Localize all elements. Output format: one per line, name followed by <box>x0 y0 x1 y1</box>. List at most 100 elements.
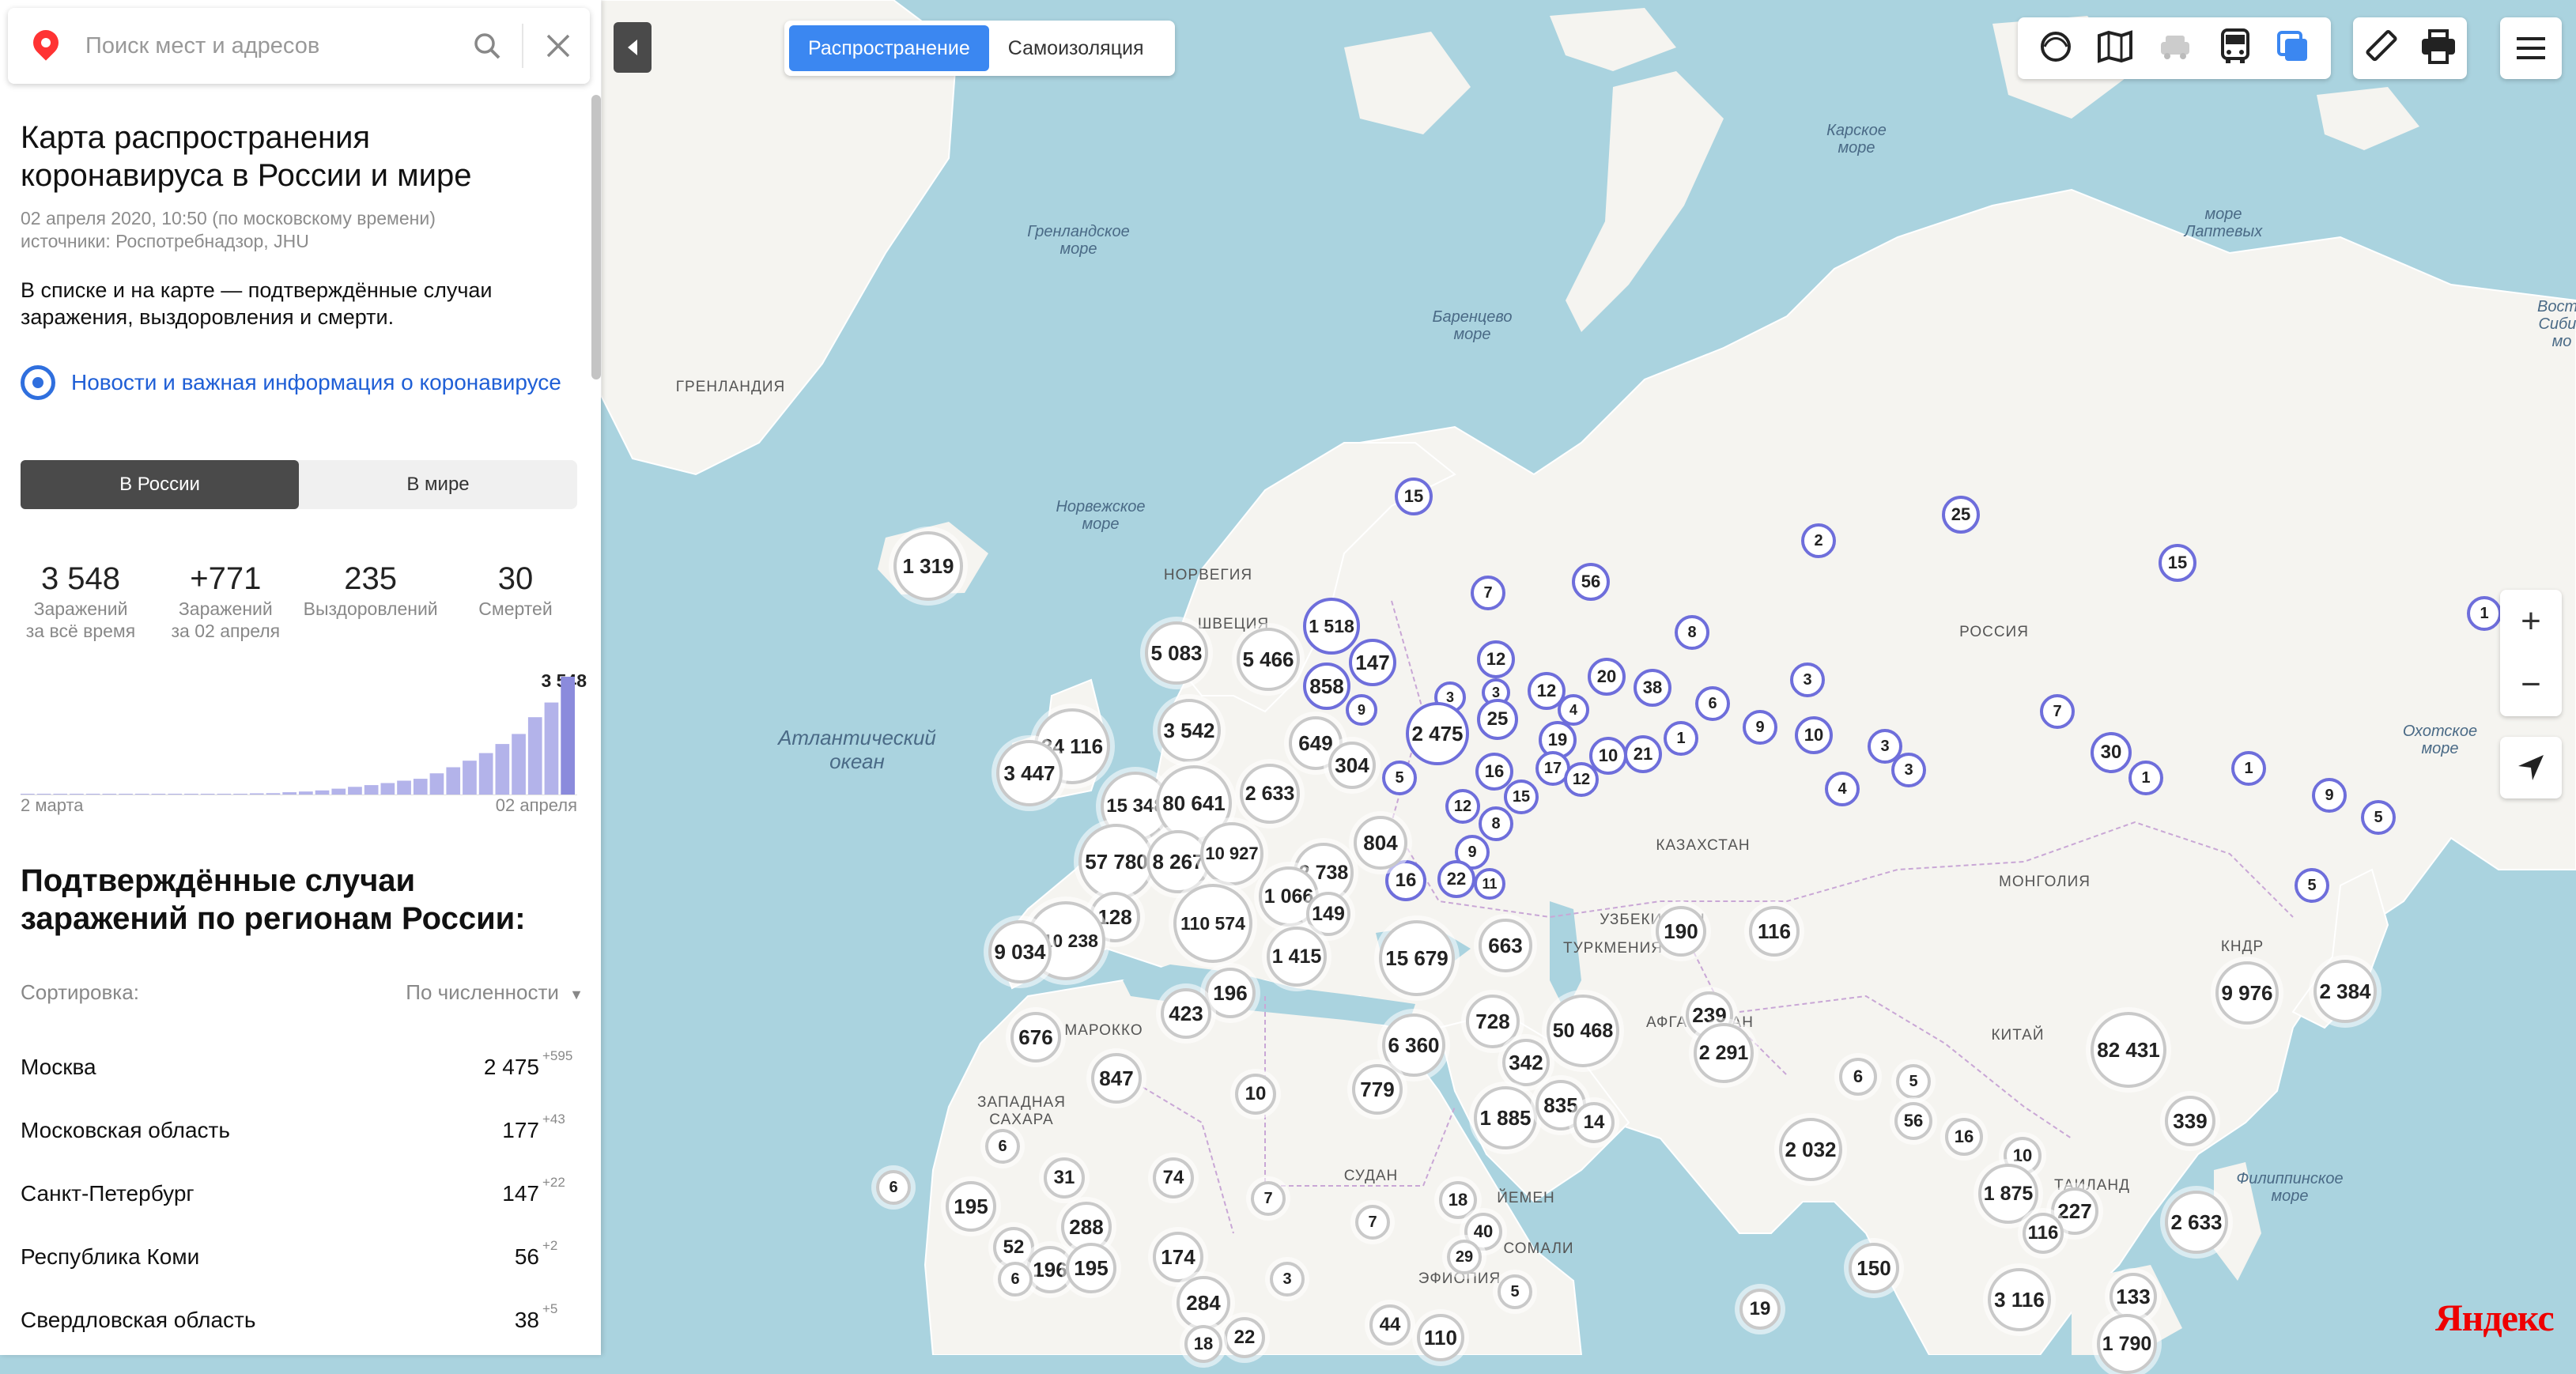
case-cluster-marker[interactable]: 190 <box>1656 906 1706 957</box>
panel-scrollbar[interactable] <box>591 95 601 379</box>
case-cluster-marker[interactable]: 5 <box>2361 800 2396 835</box>
sort-dropdown[interactable]: По численности ▼ <box>406 980 584 1005</box>
search-icon[interactable] <box>463 22 511 70</box>
case-cluster-marker[interactable]: 133 <box>2110 1273 2157 1320</box>
case-cluster-marker[interactable]: 8 267 <box>1146 830 1210 893</box>
case-cluster-marker[interactable]: 9 976 <box>2215 961 2279 1025</box>
region-row[interactable]: Московская область 177 +43 <box>21 1099 579 1162</box>
map-layers-icon[interactable] <box>2096 29 2134 68</box>
case-cluster-marker[interactable]: 195 <box>1066 1243 1116 1293</box>
case-cluster-marker[interactable]: 1 518 <box>1303 598 1360 655</box>
case-cluster-marker[interactable]: 57 780 <box>1078 824 1154 900</box>
case-cluster-marker[interactable]: 56 <box>1894 1102 1932 1140</box>
case-cluster-marker[interactable]: 2 384 <box>2313 960 2377 1023</box>
case-cluster-marker[interactable]: 804 <box>1354 816 1407 870</box>
case-cluster-marker[interactable]: 9 <box>1743 710 1777 745</box>
case-cluster-marker[interactable]: 858 <box>1303 662 1350 710</box>
case-cluster-marker[interactable]: 2 475 <box>1406 702 1469 765</box>
close-icon[interactable] <box>534 22 582 70</box>
region-row[interactable]: Республика Коми 56 +2 <box>21 1225 579 1289</box>
case-cluster-marker[interactable]: 6 <box>1695 686 1730 721</box>
case-cluster-marker[interactable]: 15 <box>1504 779 1539 814</box>
case-cluster-marker[interactable]: 2 291 <box>1694 1023 1754 1083</box>
case-cluster-marker[interactable]: 8 <box>1675 615 1709 650</box>
case-cluster-marker[interactable]: 110 574 <box>1173 884 1252 963</box>
case-cluster-marker[interactable]: 3 <box>1891 753 1926 787</box>
print-icon[interactable] <box>2420 28 2457 68</box>
transit-icon[interactable] <box>2218 28 2253 69</box>
case-cluster-marker[interactable]: 19 <box>1739 1289 1781 1330</box>
case-cluster-marker[interactable]: 6 <box>1839 1058 1877 1096</box>
case-cluster-marker[interactable]: 18 <box>1184 1325 1222 1363</box>
case-cluster-marker[interactable]: 149 <box>1306 892 1350 936</box>
case-cluster-marker[interactable]: 30 <box>2091 732 2132 773</box>
case-cluster-marker[interactable]: 195 <box>946 1181 996 1232</box>
case-cluster-marker[interactable]: 2 032 <box>1779 1118 1842 1181</box>
region-row[interactable]: Москва 2 475 +595 <box>21 1036 579 1099</box>
collapse-panel-button[interactable] <box>614 22 652 73</box>
case-cluster-marker[interactable]: 5 <box>1896 1064 1931 1099</box>
case-cluster-marker[interactable]: 29 <box>1447 1240 1482 1274</box>
case-cluster-marker[interactable]: 676 <box>1010 1012 1061 1063</box>
case-cluster-marker[interactable]: 2 633 <box>2165 1191 2228 1254</box>
case-cluster-marker[interactable]: 5 <box>1498 1274 1532 1309</box>
traffic-icon[interactable] <box>2156 31 2196 66</box>
region-row[interactable]: Санкт-Петербург 147 +22 <box>21 1162 579 1225</box>
ruler-icon[interactable] <box>2364 29 2399 68</box>
case-cluster-marker[interactable]: 339 <box>2165 1096 2215 1146</box>
case-cluster-marker[interactable]: 12 <box>1477 640 1515 678</box>
case-cluster-marker[interactable]: 1 <box>2231 751 2266 786</box>
case-cluster-marker[interactable]: 663 <box>1479 919 1532 972</box>
case-cluster-marker[interactable]: 20 <box>1588 658 1626 696</box>
case-cluster-marker[interactable]: 174 <box>1153 1232 1203 1282</box>
news-link-row[interactable]: Новости и важная информация о коронавиру… <box>21 365 561 400</box>
case-cluster-marker[interactable]: 1 319 <box>893 531 963 601</box>
case-cluster-marker[interactable]: 150 <box>1849 1243 1899 1293</box>
case-cluster-marker[interactable]: 31 <box>1044 1157 1085 1198</box>
case-cluster-marker[interactable]: 1 885 <box>1474 1086 1537 1149</box>
case-cluster-marker[interactable]: 342 <box>1502 1039 1550 1086</box>
case-cluster-marker[interactable]: 25 <box>1477 699 1518 740</box>
case-cluster-marker[interactable]: 14 <box>1573 1102 1615 1143</box>
case-cluster-marker[interactable]: 5 <box>1382 761 1417 795</box>
case-cluster-marker[interactable]: 3 116 <box>1988 1268 2051 1331</box>
case-cluster-marker[interactable]: 15 <box>1395 478 1433 515</box>
case-cluster-marker[interactable]: 56 <box>1572 563 1610 601</box>
case-cluster-marker[interactable]: 116 <box>1749 906 1800 957</box>
case-cluster-marker[interactable]: 11 <box>1474 868 1505 900</box>
case-cluster-marker[interactable]: 779 <box>1352 1064 1403 1115</box>
case-cluster-marker[interactable]: 22 <box>1437 860 1475 898</box>
case-cluster-marker[interactable]: 1 790 <box>2097 1314 2157 1374</box>
case-cluster-marker[interactable]: 3 <box>1270 1262 1305 1297</box>
case-cluster-marker[interactable]: 18 <box>1439 1181 1477 1219</box>
case-cluster-marker[interactable]: 7 <box>1251 1181 1286 1216</box>
case-cluster-marker[interactable]: 50 468 <box>1547 995 1619 1067</box>
case-cluster-marker[interactable]: 728 <box>1466 995 1520 1048</box>
zoom-in-button[interactable]: + <box>2500 590 2562 653</box>
case-cluster-marker[interactable]: 3 <box>1790 662 1825 697</box>
yandex-maps-logo-icon[interactable] <box>28 25 64 62</box>
case-cluster-marker[interactable]: 1 415 <box>1267 927 1327 987</box>
case-cluster-marker[interactable]: 847 <box>1091 1053 1142 1104</box>
case-cluster-marker[interactable]: 7 <box>1471 576 1505 610</box>
case-cluster-marker[interactable]: 22 <box>1224 1317 1265 1358</box>
yandex-logo[interactable]: Яндекс <box>2435 1297 2555 1340</box>
news-link[interactable]: Новости и важная информация о коронавиру… <box>71 370 561 395</box>
case-cluster-marker[interactable]: 9 <box>2312 778 2347 813</box>
case-cluster-marker[interactable]: 2 633 <box>1240 764 1300 824</box>
case-cluster-marker[interactable]: 6 <box>876 1170 911 1205</box>
case-cluster-marker[interactable]: 5 <box>2295 868 2329 903</box>
case-cluster-marker[interactable]: 6 <box>985 1129 1020 1164</box>
case-cluster-marker[interactable]: 25 <box>1942 496 1980 534</box>
case-cluster-marker[interactable]: 15 <box>2159 544 2196 582</box>
case-cluster-marker[interactable]: 3 447 <box>996 740 1063 806</box>
case-cluster-marker[interactable]: 10 <box>1795 716 1833 754</box>
case-cluster-marker[interactable]: 116 <box>2023 1213 2064 1254</box>
case-cluster-marker[interactable]: 3 542 <box>1158 699 1221 762</box>
case-cluster-marker[interactable]: 1 875 <box>1978 1164 2038 1224</box>
case-cluster-marker[interactable]: 38 <box>1634 669 1671 707</box>
case-cluster-marker[interactable]: 9 034 <box>988 920 1052 983</box>
case-cluster-marker[interactable]: 284 <box>1177 1276 1230 1330</box>
panorama-icon[interactable] <box>2276 29 2310 68</box>
case-cluster-marker[interactable]: 8 <box>1479 806 1513 841</box>
